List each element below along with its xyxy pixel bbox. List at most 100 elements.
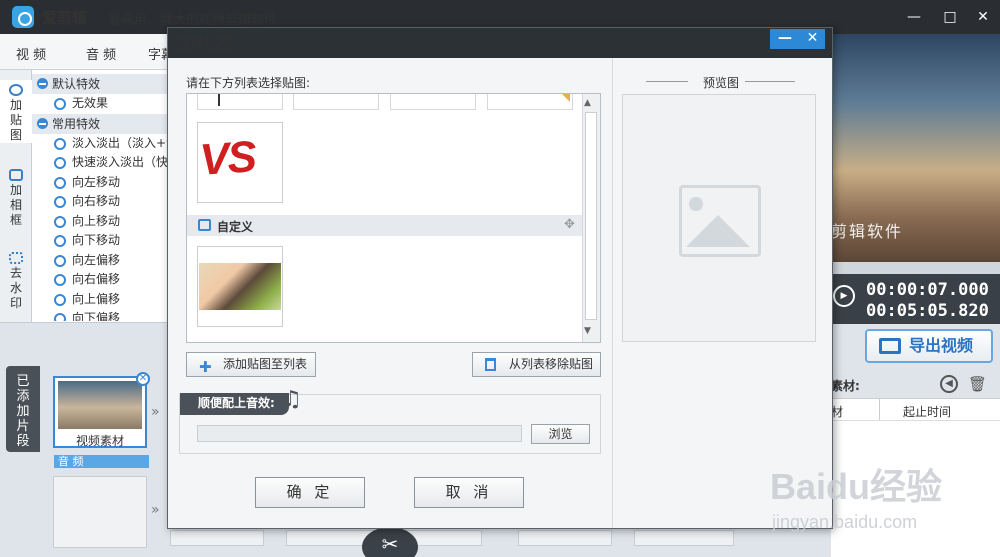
add-sticker-button[interactable]: ✚ 添加贴图至列表 [186,352,316,377]
sticker-thumb[interactable] [293,94,379,110]
time-total: 00:05:05.820 [866,301,989,321]
radio-icon [54,216,66,228]
dialog-title-bar [168,28,832,58]
radio-icon [54,196,66,208]
effect-item[interactable]: 向右移动 [54,192,120,211]
chevron-right-icon: » [151,502,160,518]
video-clip[interactable]: 视频素材 [53,376,147,448]
side-tab-label: 加相框 [9,183,22,227]
effect-label: 向右移动 [72,194,121,208]
preview-label: 预览图 [702,76,739,90]
move-icon[interactable]: ✥ [564,217,575,232]
group-label: 默认特效 [52,77,101,91]
side-tab-label: 加贴图 [9,98,22,142]
time-current: 00:00:07.000 [866,280,989,300]
empty-clip-slot[interactable] [170,530,264,546]
sticker-thumb[interactable] [487,94,573,110]
radio-icon [54,98,66,110]
scrollbar-thumb[interactable] [585,112,597,320]
plus-icon: ✚ [199,358,212,376]
maximize-icon[interactable]: □ [941,8,959,26]
effects-group-default[interactable]: 默认特效 [32,74,168,94]
trash-icon[interactable]: 🗑 [968,375,987,393]
cancel-button[interactable]: 取 消 [414,477,524,508]
audio-track[interactable]: 音 频 [54,455,149,468]
custom-group-label: 自定义 [217,220,254,234]
effect-item[interactable]: 向左偏移 [54,251,120,270]
browse-button[interactable]: 浏览 [531,424,590,444]
watermark-icon [9,252,23,264]
ok-button[interactable]: 确 定 [255,477,365,508]
effect-label: 向上偏移 [72,292,121,306]
remove-sticker-button[interactable]: 从列表移除贴图 [472,352,601,377]
scroll-up-icon[interactable]: ▲ [584,98,591,108]
empty-clip-slot[interactable] [53,476,147,548]
side-tab-sticker[interactable]: 加贴图 [0,80,32,143]
effect-label: 向下移动 [72,233,121,247]
export-video-button[interactable]: 导出视频 [865,329,993,363]
added-clips-tab[interactable]: 已添加片段 [6,366,40,452]
side-tab-label: 去水印 [9,266,22,310]
back-icon[interactable]: ◀ [940,375,958,393]
collapse-icon [37,78,48,89]
effect-item[interactable]: 快速淡入淡出（快 [54,153,168,172]
dialog-title: 选择贴图 [176,37,232,53]
clip-thumbnail [58,381,142,429]
placeholder-sun [689,197,703,211]
corner-mark-icon [562,94,570,102]
empty-clip-slot[interactable] [518,530,612,546]
image-icon [198,219,211,231]
materials-title: 素材: [831,379,860,393]
effect-item[interactable]: 向右偏移 [54,270,120,289]
close-icon[interactable]: ✕ [974,8,992,26]
effect-label: 向上移动 [72,214,121,228]
radio-icon [54,177,66,189]
remove-clip-icon[interactable]: ✕ [136,372,150,386]
seek-bar[interactable] [831,262,1000,274]
effect-item[interactable]: 向上移动 [54,212,120,231]
effect-item[interactable]: 向下偏移 [54,309,120,321]
sound-file-input[interactable] [197,425,522,442]
play-icon[interactable]: ▶ [833,285,855,307]
column-header-start-time: 起止时间 [903,405,952,419]
effect-label: 无效果 [72,96,109,110]
effect-item[interactable]: 向上偏移 [54,290,120,309]
sound-effect-label: 顺便配上音效: [180,393,289,415]
sticker-thumb[interactable] [390,94,476,110]
effect-item[interactable]: 无效果 [54,94,108,113]
baidu-watermark-logo: Baidu经验 [770,466,943,507]
remove-sticker-label: 从列表移除贴图 [509,357,594,371]
nav-tab-audio[interactable]: 音 频 [86,44,116,63]
baidu-watermark-url: jingyan.baidu.com [772,512,918,532]
effects-group-common[interactable]: 常用特效 [32,114,168,134]
sticker-thumb[interactable] [197,94,283,110]
radio-icon [54,313,66,321]
side-tab-frame[interactable]: 加相框 [0,165,32,228]
app-logo-icon [12,6,34,28]
radio-icon [54,235,66,247]
sticker-icon [9,84,23,96]
divider-line [745,81,795,82]
group-label: 常用特效 [52,117,101,131]
effect-label: 向左移动 [72,175,121,189]
effect-item[interactable]: 向左移动 [54,173,120,192]
scroll-down-icon[interactable]: ▼ [584,326,591,336]
effect-label: 淡入淡出（淡入+淡 [72,136,179,150]
minimize-icon[interactable]: — [905,8,923,26]
radio-icon [54,138,66,150]
effect-item[interactable]: 向下移动 [54,231,120,250]
side-tab-watermark[interactable]: 去水印 [0,248,32,311]
export-icon [879,338,901,354]
dialog-close-icon[interactable]: ✕ [800,29,825,49]
radio-icon [54,274,66,286]
collapse-icon [37,118,48,129]
music-note-icon: ♫ [282,387,302,412]
empty-clip-slot[interactable] [634,530,734,546]
nav-tab-video[interactable]: 视 频 [16,44,46,63]
effect-label: 向左偏移 [72,253,121,267]
effect-item[interactable]: 淡入淡出（淡入+淡 [54,134,178,153]
trash-icon [485,358,496,371]
effect-label: 快速淡入淡出（快 [72,155,169,169]
chevron-right-icon: » [151,404,160,420]
dialog-minimize-icon[interactable]: — [770,29,800,49]
